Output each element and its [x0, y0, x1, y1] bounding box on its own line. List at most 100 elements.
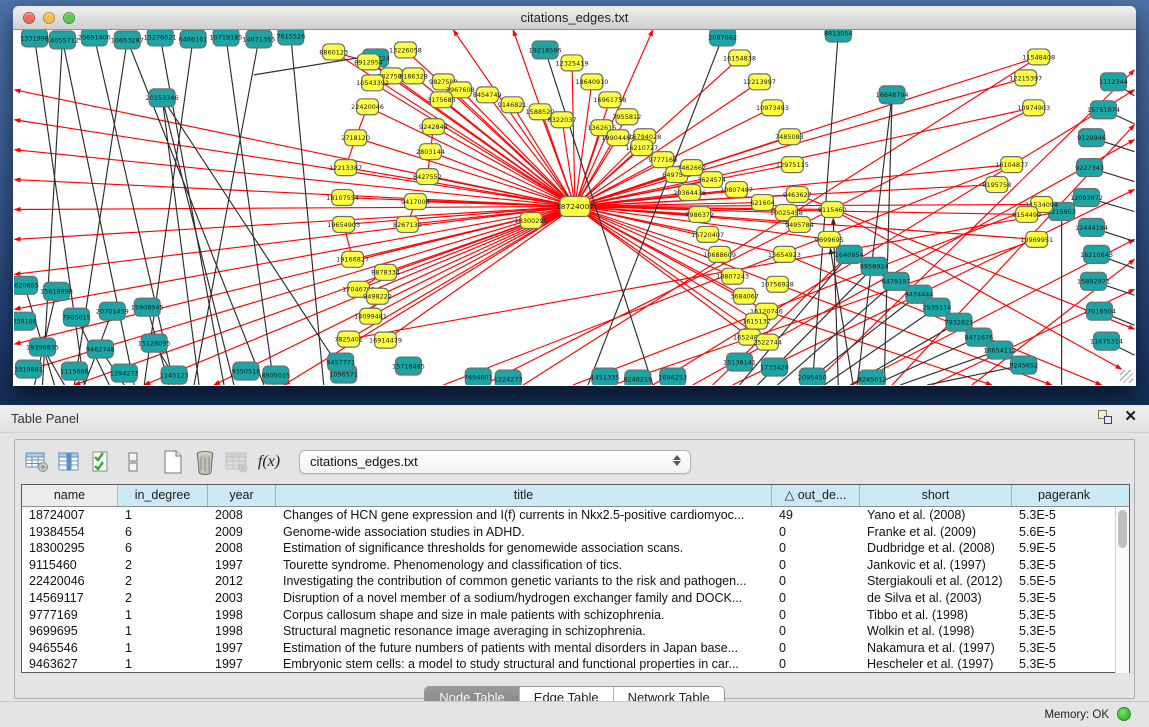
graph-node[interactable] — [734, 288, 756, 304]
graph-node[interactable] — [1084, 245, 1110, 263]
graph-node[interactable] — [752, 195, 774, 211]
graph-node[interactable] — [1023, 100, 1045, 116]
graph-node[interactable] — [14, 312, 36, 330]
graph-node[interactable] — [416, 169, 438, 185]
graph-node[interactable] — [114, 31, 140, 49]
graph-node[interactable] — [99, 302, 125, 320]
scrollbar-thumb[interactable] — [1118, 510, 1127, 548]
graph-node[interactable] — [749, 74, 771, 90]
graph-node[interactable] — [681, 160, 703, 176]
select-all-button[interactable] — [85, 447, 117, 477]
network-table-selector[interactable]: citations_edges.txt — [299, 450, 691, 474]
graph-node[interactable] — [16, 360, 42, 378]
graph-node[interactable] — [419, 144, 441, 160]
graph-node[interactable] — [697, 226, 719, 242]
graph-node[interactable] — [987, 341, 1013, 359]
graph-node[interactable] — [766, 276, 788, 292]
column-header-year[interactable]: year — [208, 485, 276, 506]
table-row[interactable]: 1456911722003Disruption of a novel membe… — [22, 590, 1129, 607]
graph-node[interactable] — [149, 89, 175, 107]
table-row[interactable]: 1872400712008Changes of HCN gene express… — [22, 507, 1129, 524]
graph-node[interactable] — [134, 298, 160, 316]
graph-node[interactable] — [161, 366, 187, 384]
graph-node[interactable] — [561, 55, 583, 71]
table-row[interactable]: 969969511998Structural magnetic resonanc… — [22, 623, 1129, 640]
graph-node[interactable] — [727, 353, 753, 371]
network-canvas[interactable]: 1331998140557122069140610653287152760216… — [14, 30, 1135, 385]
graph-node[interactable] — [786, 187, 808, 203]
column-header-title[interactable]: title — [276, 485, 772, 506]
column-header-name[interactable]: name — [22, 485, 118, 506]
graph-node[interactable] — [761, 100, 783, 116]
graph-node[interactable] — [332, 190, 354, 206]
graph-node[interactable] — [402, 68, 424, 84]
graph-node[interactable] — [625, 370, 651, 385]
graph-node[interactable] — [1094, 332, 1120, 350]
graph-node[interactable] — [818, 231, 840, 247]
graph-node[interactable] — [1101, 73, 1127, 91]
column-header-out_de[interactable]: △ out_de... — [772, 485, 860, 506]
show-columns-button[interactable] — [53, 447, 85, 477]
graph-node[interactable] — [520, 212, 542, 228]
column-header-in_degree[interactable]: in_degree — [118, 485, 208, 506]
graph-node[interactable] — [213, 30, 239, 46]
minimize-button[interactable] — [43, 12, 55, 24]
graph-node[interactable] — [358, 54, 380, 70]
graph-node[interactable] — [859, 370, 885, 385]
graph-node[interactable] — [825, 30, 851, 42]
table-row[interactable]: 1830029562008Estimation of significance … — [22, 540, 1129, 557]
graph-node[interactable] — [111, 364, 137, 382]
graph-node[interactable] — [729, 50, 751, 66]
graph-node[interactable] — [397, 216, 419, 232]
graph-node[interactable] — [362, 75, 384, 91]
graph-node[interactable] — [81, 30, 107, 46]
graph-node[interactable] — [367, 288, 389, 304]
table-row[interactable]: 977716911998Corpus callosum shape and si… — [22, 607, 1129, 624]
graph-node[interactable] — [1087, 302, 1113, 320]
graph-node[interactable] — [529, 104, 551, 120]
table-row[interactable]: 1938455462009Genome-wide association stu… — [22, 524, 1129, 541]
graph-node[interactable] — [986, 177, 1008, 193]
graph-node[interactable] — [689, 207, 711, 223]
graph-node[interactable] — [147, 30, 173, 46]
graph-node[interactable] — [495, 370, 521, 385]
delete-button[interactable] — [189, 447, 221, 477]
graph-node[interactable] — [375, 332, 397, 348]
graph-node[interactable] — [756, 334, 778, 350]
graph-node[interactable] — [1081, 272, 1107, 290]
graph-node[interactable] — [49, 31, 75, 49]
graph-node[interactable] — [710, 30, 736, 46]
graph-node[interactable] — [861, 257, 887, 275]
graph-node[interactable] — [357, 99, 379, 115]
column-header-short[interactable]: short — [860, 485, 1012, 506]
table-row[interactable]: 946362711997Embryonic stem cells: a mode… — [22, 656, 1129, 673]
graph-node[interactable] — [323, 44, 345, 60]
resize-grip-icon[interactable] — [1120, 370, 1133, 383]
graph-node[interactable] — [631, 140, 653, 156]
graph-node[interactable] — [761, 358, 787, 376]
close-panel-icon[interactable]: ✕ — [1124, 410, 1137, 424]
graph-node[interactable] — [395, 42, 417, 58]
graph-node[interactable] — [1016, 207, 1038, 223]
graph-node[interactable] — [1011, 356, 1037, 374]
graph-node[interactable] — [396, 357, 422, 375]
graph-node[interactable] — [679, 185, 701, 201]
graph-node[interactable] — [1026, 231, 1048, 247]
graph-node[interactable] — [660, 368, 686, 385]
graph-node[interactable] — [781, 157, 803, 173]
graph-node[interactable] — [476, 87, 498, 103]
graph-node[interactable] — [532, 41, 558, 59]
graph-node[interactable] — [345, 130, 367, 146]
graph-node[interactable] — [43, 282, 69, 300]
float-panel-icon[interactable] — [1098, 410, 1112, 424]
graph-node[interactable] — [836, 245, 862, 263]
graph-node[interactable] — [30, 338, 56, 356]
graph-node[interactable] — [141, 334, 167, 352]
graph-node[interactable] — [599, 92, 621, 108]
graph-node[interactable] — [879, 86, 905, 104]
graph-node[interactable] — [375, 264, 397, 280]
graph-node[interactable] — [338, 331, 360, 347]
graph-node[interactable] — [278, 30, 304, 45]
table-settings-button[interactable] — [21, 447, 53, 477]
graph-node[interactable] — [1091, 101, 1117, 119]
